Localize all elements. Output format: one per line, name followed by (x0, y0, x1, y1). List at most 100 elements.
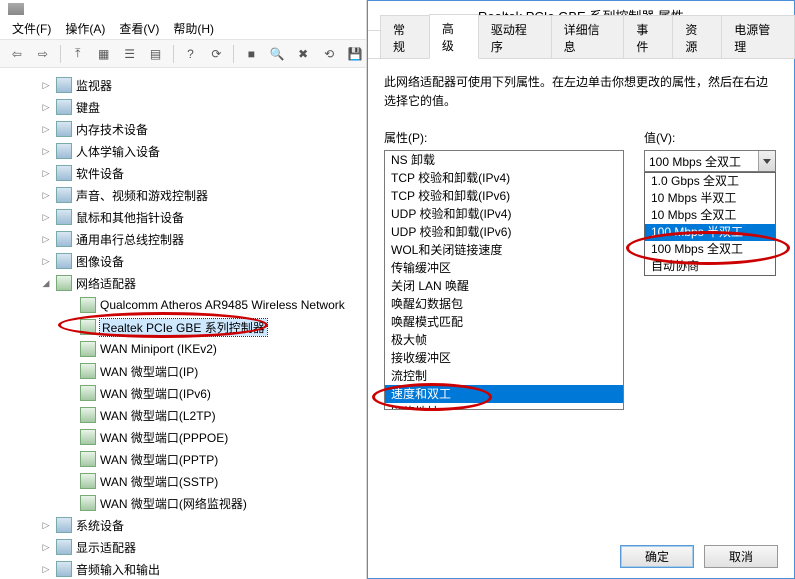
stop-button[interactable]: ■ (240, 43, 262, 65)
tab-0[interactable]: 常规 (380, 15, 430, 59)
tree-node[interactable]: ▷软件设备 (4, 162, 366, 184)
help-button[interactable]: ? (180, 43, 202, 65)
tree-node[interactable]: ◢网络适配器 (4, 272, 366, 294)
no-expander (64, 475, 76, 487)
expand-icon[interactable]: ▷ (40, 255, 52, 267)
menu-action[interactable]: 操作(A) (59, 18, 111, 39)
tree-node[interactable]: ▷键盘 (4, 96, 366, 118)
tab-6[interactable]: 电源管理 (721, 15, 795, 59)
expand-icon[interactable]: ▷ (40, 519, 52, 531)
value-dropdown-list[interactable]: 1.0 Gbps 全双工10 Mbps 半双工10 Mbps 全双工100 Mb… (644, 172, 776, 276)
tree-node[interactable]: ▷音频输入和输出 (4, 558, 366, 579)
expand-icon[interactable]: ▷ (40, 541, 52, 553)
property-item[interactable]: 唤醒幻数据包 (385, 295, 623, 313)
show-grid-button[interactable]: ▦ (93, 43, 115, 65)
menu-help[interactable]: 帮助(H) (167, 18, 220, 39)
expand-icon[interactable]: ▷ (40, 167, 52, 179)
menu-file[interactable]: 文件(F) (6, 18, 57, 39)
tab-1[interactable]: 高级 (429, 14, 479, 59)
dropdown-option[interactable]: 1.0 Gbps 全双工 (645, 173, 775, 190)
tab-3[interactable]: 详细信息 (551, 15, 625, 59)
tree-node-label: WAN 微型端口(L2TP) (100, 407, 216, 424)
dropdown-option[interactable]: 自动协商 (645, 258, 775, 275)
menu-view[interactable]: 查看(V) (113, 18, 165, 39)
no-expander (64, 409, 76, 421)
tree-node-label: 内存技术设备 (76, 121, 148, 138)
dropdown-option[interactable]: 10 Mbps 半双工 (645, 190, 775, 207)
tree-node[interactable]: WAN 微型端口(PPPOE) (4, 426, 366, 448)
expand-icon[interactable]: ▷ (40, 563, 52, 575)
refresh-button[interactable]: ⟳ (205, 43, 227, 65)
chevron-down-icon[interactable] (758, 151, 775, 171)
property-item[interactable]: 网络地址 (385, 403, 623, 410)
property-item[interactable]: UDP 校验和卸载(IPv6) (385, 223, 623, 241)
property-item[interactable]: 关闭 LAN 唤醒 (385, 277, 623, 295)
property-item[interactable]: 接收缓冲区 (385, 349, 623, 367)
property-item[interactable]: 速度和双工 (385, 385, 623, 403)
value-combobox[interactable]: 100 Mbps 全双工 (644, 150, 776, 172)
tree-node[interactable]: Qualcomm Atheros AR9485 Wireless Network (4, 294, 366, 316)
property-item[interactable]: WOL和关闭链接速度 (385, 241, 623, 259)
toolbar: ⇦⇨ ⤒▦☰▤?⟳ ■🔍✖⟲💾 (0, 40, 366, 68)
property-item[interactable]: 极大帧 (385, 331, 623, 349)
tree-node[interactable]: ▷ 内存技术设备 (4, 118, 366, 140)
back-button[interactable]: ⇦ (6, 43, 28, 65)
tree-node[interactable]: ▷显示适配器 (4, 536, 366, 558)
tree-node[interactable]: WAN 微型端口(SSTP) (4, 470, 366, 492)
property-item[interactable]: TCP 校验和卸载(IPv4) (385, 169, 623, 187)
ok-button[interactable]: 确定 (620, 545, 694, 568)
up-button[interactable]: ⤒ (67, 43, 89, 65)
device-icon (56, 253, 72, 269)
property-item[interactable]: NS 卸载 (385, 151, 623, 169)
expand-icon[interactable]: ▷ (40, 189, 52, 201)
device-icon (56, 143, 72, 159)
property-item[interactable]: 流控制 (385, 367, 623, 385)
property-item[interactable]: 传输缓冲区 (385, 259, 623, 277)
expand-icon[interactable]: ▷ (40, 101, 52, 113)
scan-button[interactable]: 🔍 (266, 43, 288, 65)
expand-icon[interactable]: ▷ (40, 145, 52, 157)
tree-node-label: 人体学输入设备 (76, 143, 160, 160)
dropdown-option[interactable]: 100 Mbps 全双工 (645, 241, 775, 258)
property-listbox[interactable]: NS 卸载TCP 校验和卸载(IPv4)TCP 校验和卸载(IPv6)UDP 校… (384, 150, 624, 410)
dropdown-option[interactable]: 100 Mbps 半双工 (645, 224, 775, 241)
expand-icon[interactable]: ▷ (40, 79, 52, 91)
forward-button[interactable]: ⇨ (32, 43, 54, 65)
tree-node[interactable]: WAN 微型端口(网络监视器) (4, 492, 366, 514)
device-tree[interactable]: ▷监视器▷键盘▷内存技术设备▷人体学输入设备▷软件设备▷声音、视频和游戏控制器▷… (0, 68, 366, 579)
dropdown-option[interactable]: 10 Mbps 全双工 (645, 207, 775, 224)
collapse-icon[interactable]: ◢ (40, 277, 52, 289)
property-item[interactable]: UDP 校验和卸载(IPv4) (385, 205, 623, 223)
tab-5[interactable]: 资源 (672, 15, 722, 59)
tab-4[interactable]: 事件 (623, 15, 673, 59)
tree-node[interactable]: ▷ 声音、视频和游戏控制器 (4, 184, 366, 206)
tree-node[interactable]: ▷通用串行总线控制器 (4, 228, 366, 250)
property-item[interactable]: 唤醒模式匹配 (385, 313, 623, 331)
tree-node-label: 声音、视频和游戏控制器 (76, 187, 208, 204)
tree-node[interactable]: ▷监视器 (4, 74, 366, 96)
detail-1-button[interactable]: ☰ (119, 43, 141, 65)
cancel-button[interactable]: 取消 (704, 545, 778, 568)
tree-node[interactable]: Realtek PCIe GBE 系列控制器 (4, 316, 366, 338)
tab-2[interactable]: 驱动程序 (478, 15, 552, 59)
expand-icon[interactable]: ▷ (40, 123, 52, 135)
tree-node-label: WAN 微型端口(IP) (100, 363, 198, 380)
remove-button[interactable]: ✖ (292, 43, 314, 65)
tree-node[interactable]: ▷系统设备 (4, 514, 366, 536)
detail-2-button[interactable]: ▤ (145, 43, 167, 65)
update-button[interactable]: ⟲ (318, 43, 340, 65)
tree-node[interactable]: WAN 微型端口(IP) (4, 360, 366, 382)
tree-node[interactable]: ▷ 人体学输入设备 (4, 140, 366, 162)
property-item[interactable]: TCP 校验和卸载(IPv6) (385, 187, 623, 205)
tree-node-label: 图像设备 (76, 253, 124, 270)
network-adapter-icon (56, 275, 72, 291)
expand-icon[interactable]: ▷ (40, 233, 52, 245)
tree-node[interactable]: WAN 微型端口(PPTP) (4, 448, 366, 470)
tree-node[interactable]: WAN 微型端口(IPv6) (4, 382, 366, 404)
tree-node[interactable]: ▷鼠标和其他指针设备 (4, 206, 366, 228)
tree-node[interactable]: WAN Miniport (IKEv2) (4, 338, 366, 360)
expand-icon[interactable]: ▷ (40, 211, 52, 223)
tree-node[interactable]: ▷ 图像设备 (4, 250, 366, 272)
disk-button[interactable]: 💾 (344, 43, 366, 65)
tree-node[interactable]: WAN 微型端口(L2TP) (4, 404, 366, 426)
